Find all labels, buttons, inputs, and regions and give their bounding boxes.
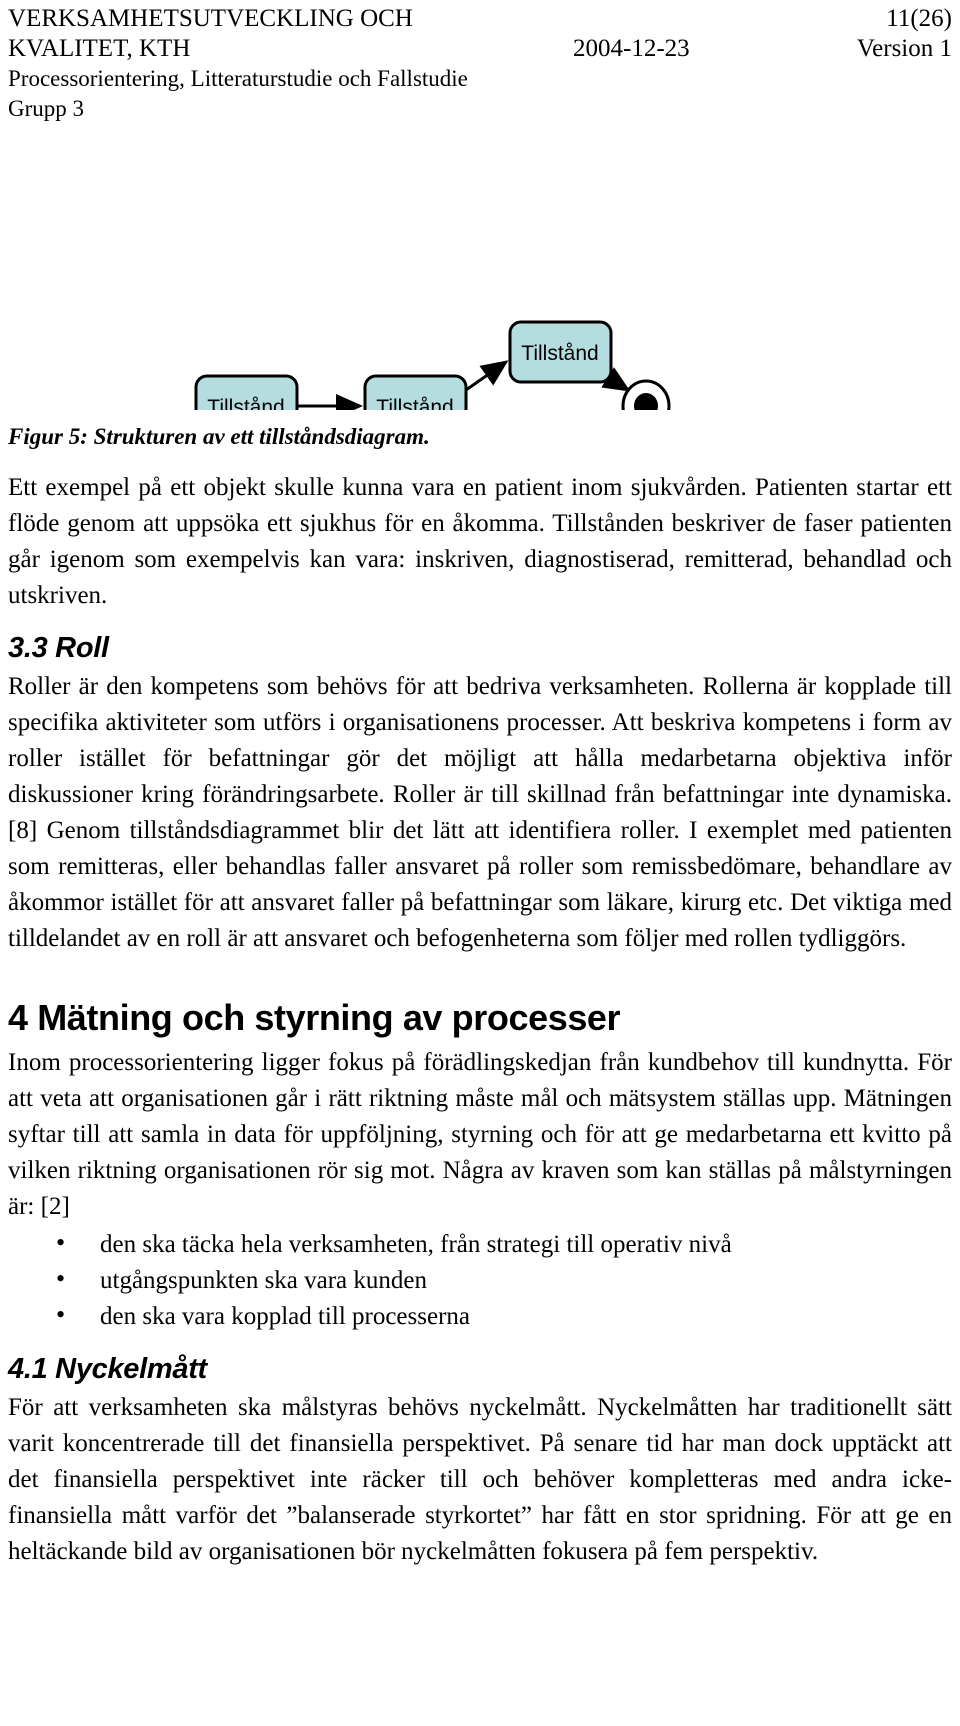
header-subtitle: Processorientering, Litteraturstudie och… xyxy=(8,66,468,91)
paragraph-roll: Roller är den kompetens som behövs för a… xyxy=(8,673,952,952)
figure-caption: Figur 5: Strukturen av ett tillståndsdia… xyxy=(8,424,430,449)
paragraph-example: Ett exempel på ett objekt skulle kunna v… xyxy=(8,474,952,609)
state-node-2-label: Tillstånd xyxy=(376,396,453,410)
header-row-2: KVALITET, KTH 2004-12-23 Version 1 xyxy=(8,34,952,64)
state-diagram-svg: Tillstånd Tillstånd Tillstånd Tillstånd xyxy=(194,320,671,410)
state-node-3: Tillstånd xyxy=(508,320,613,384)
heading-4-matning: 4 Mätning och styrning av processer xyxy=(8,997,621,1038)
state-node-1-label: Tillstånd xyxy=(207,396,284,410)
document-body: Ett exempel på ett objekt skulle kunna v… xyxy=(8,470,952,1570)
document-page: VERKSAMHETSUTVECKLING OCH 11(26) KVALITE… xyxy=(0,0,960,1726)
list-item: den ska vara kopplad till processerna xyxy=(56,1297,952,1335)
state-diagram-figure: Tillstånd Tillstånd Tillstånd Tillstånd xyxy=(0,150,960,410)
state-node-2: Tillstånd xyxy=(363,374,468,410)
page-number: 11(26) xyxy=(886,5,952,32)
paragraph-nyckelmatt: För att verksamheten ska målstyras behöv… xyxy=(8,1394,952,1565)
state-node-1: Tillstånd xyxy=(194,374,299,410)
header-date: 2004-12-23 xyxy=(573,35,690,62)
header-row-1: VERKSAMHETSUTVECKLING OCH 11(26) xyxy=(8,4,952,34)
state-node-3-label: Tillstånd xyxy=(521,342,598,365)
header-org-line2: KVALITET, KTH xyxy=(8,35,191,62)
page-header: VERKSAMHETSUTVECKLING OCH 11(26) KVALITE… xyxy=(8,4,952,124)
heading-4-1-nyckelmatt: 4.1 Nyckelmått xyxy=(8,1353,207,1385)
list-item: utgångspunkten ska vara kunden xyxy=(56,1261,952,1299)
end-node-icon xyxy=(621,379,671,410)
transition-state2-to-state3 xyxy=(465,360,509,392)
header-group: Grupp 3 xyxy=(8,96,85,121)
paragraph-matning: Inom processorientering ligger fokus på … xyxy=(8,1049,952,1220)
header-version: Version 1 xyxy=(856,35,952,62)
header-org-line1: VERKSAMHETSUTVECKLING OCH xyxy=(8,5,413,32)
heading-3-3-roll: 3.3 Roll xyxy=(8,632,109,664)
requirements-bullet-list: den ska täcka hela verksamheten, från st… xyxy=(8,1225,952,1335)
list-item: den ska täcka hela verksamheten, från st… xyxy=(56,1225,952,1263)
